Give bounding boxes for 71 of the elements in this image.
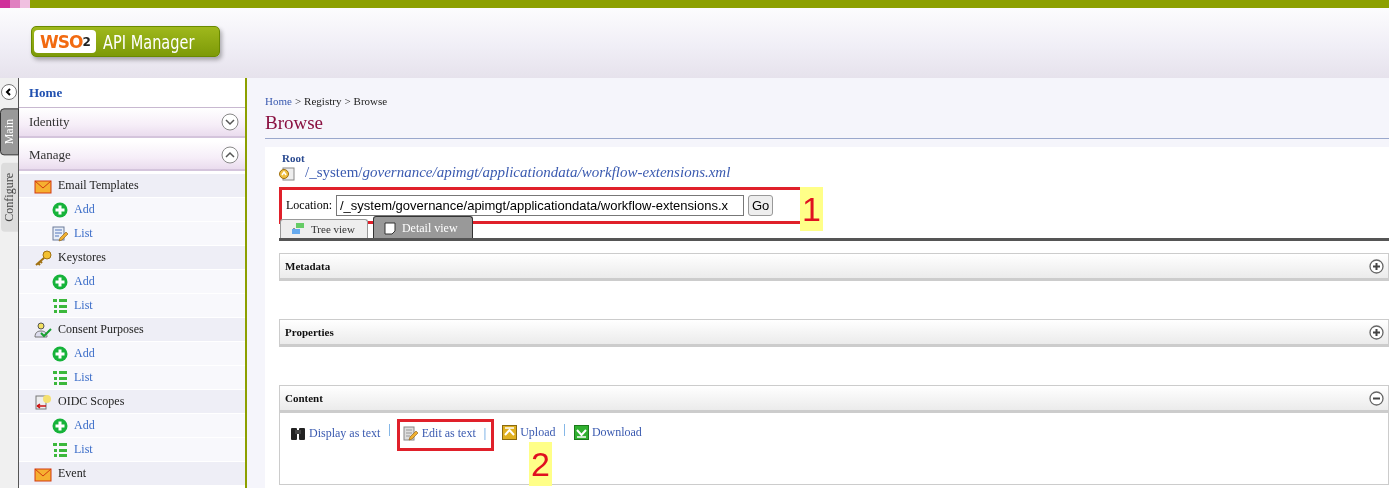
expand-plus-icon[interactable] — [1369, 324, 1384, 340]
content-action-link[interactable]: Edit as text | — [396, 419, 495, 451]
add-icon — [52, 201, 68, 218]
section-title: Manage — [29, 147, 71, 163]
section-title: Content — [285, 392, 323, 404]
content-action-link[interactable]: Upload — [500, 425, 558, 440]
menu-section-header[interactable]: Manage — [19, 141, 245, 171]
link-separator: | — [563, 422, 566, 437]
content-action-link[interactable]: Download — [571, 425, 644, 440]
tree-icon — [291, 223, 305, 235]
location-field[interactable]: /_system/governance/apimgt/applicationdata/workflow-extensions.x — [336, 195, 744, 216]
menu-item[interactable]: Add — [19, 414, 245, 438]
add-icon — [52, 273, 68, 290]
breadcrumb-separator: > — [344, 95, 351, 107]
menu-group-label: Event — [58, 466, 86, 481]
menu-section-header[interactable]: Identity — [19, 108, 245, 138]
section-header[interactable]: Metadata — [279, 253, 1389, 281]
key-icon — [34, 249, 52, 266]
menu-group-label: Email Templates — [58, 178, 139, 193]
collapse-chevron-icon[interactable] — [221, 146, 239, 164]
binoculars-icon — [290, 425, 306, 441]
collapse-icon[interactable] — [1, 84, 17, 100]
annotation-number: 1 — [800, 187, 823, 231]
menu-item[interactable]: List — [19, 294, 245, 318]
list-icon — [52, 369, 68, 386]
menu-item[interactable]: Add — [19, 270, 245, 294]
breadcrumb-item: Browse — [353, 95, 388, 107]
add-icon — [52, 417, 68, 434]
document-icon — [383, 221, 396, 235]
download-icon — [573, 425, 589, 440]
folder-up-icon[interactable] — [279, 164, 295, 181]
envelope-icon — [34, 177, 52, 194]
go-button[interactable]: Go — [748, 195, 774, 216]
link-separator: | — [388, 422, 391, 437]
menu-item[interactable]: Add — [19, 198, 245, 222]
collapse-minus-icon[interactable] — [1369, 390, 1384, 406]
user-check-icon — [34, 321, 52, 338]
menu-group-label: OIDC Scopes — [58, 394, 125, 409]
list-icon — [52, 297, 68, 314]
color-stripe — [0, 0, 30, 8]
root-link[interactable]: Root — [282, 152, 1389, 164]
section-title: Metadata — [285, 260, 331, 272]
expand-chevron-icon[interactable] — [221, 113, 239, 131]
menu-group-label: Keystores — [58, 250, 106, 265]
menu-item[interactable]: List — [19, 222, 245, 246]
list-icon — [52, 441, 68, 458]
section-title: Identity — [29, 114, 70, 130]
breadcrumb-item: Registry — [304, 95, 342, 107]
section-header[interactable]: Properties — [279, 319, 1389, 347]
breadcrumb-separator: > — [294, 95, 302, 107]
breadcrumb-link[interactable]: Home — [265, 95, 292, 107]
notepad-pencil-icon — [52, 225, 68, 242]
sidebar-tab[interactable]: Configure — [0, 163, 18, 232]
menu-item[interactable]: List — [19, 366, 245, 390]
menu-group-label: Consent Purposes — [58, 322, 144, 337]
location-label: Location: — [286, 198, 332, 213]
menu-item[interactable]: Add — [19, 342, 245, 366]
annotation-number: 2 — [529, 442, 552, 486]
upload-icon — [502, 425, 518, 440]
page-title: Browse — [265, 112, 1389, 139]
link-separator: | — [483, 425, 487, 441]
menu-item[interactable]: List — [19, 438, 245, 462]
expand-plus-icon[interactable] — [1369, 258, 1384, 274]
document-arrow-icon — [34, 393, 52, 410]
add-icon — [52, 345, 68, 362]
view-tab[interactable]: Tree view — [280, 219, 368, 238]
resource-path: /_system/governance/apimgt/applicationdata/workflow-extensions.xml — [305, 164, 731, 181]
content-action-link[interactable]: Display as text — [288, 425, 383, 441]
section-title: Properties — [285, 326, 334, 338]
notepad-pencil-icon — [402, 425, 419, 441]
envelope-icon — [34, 465, 52, 482]
